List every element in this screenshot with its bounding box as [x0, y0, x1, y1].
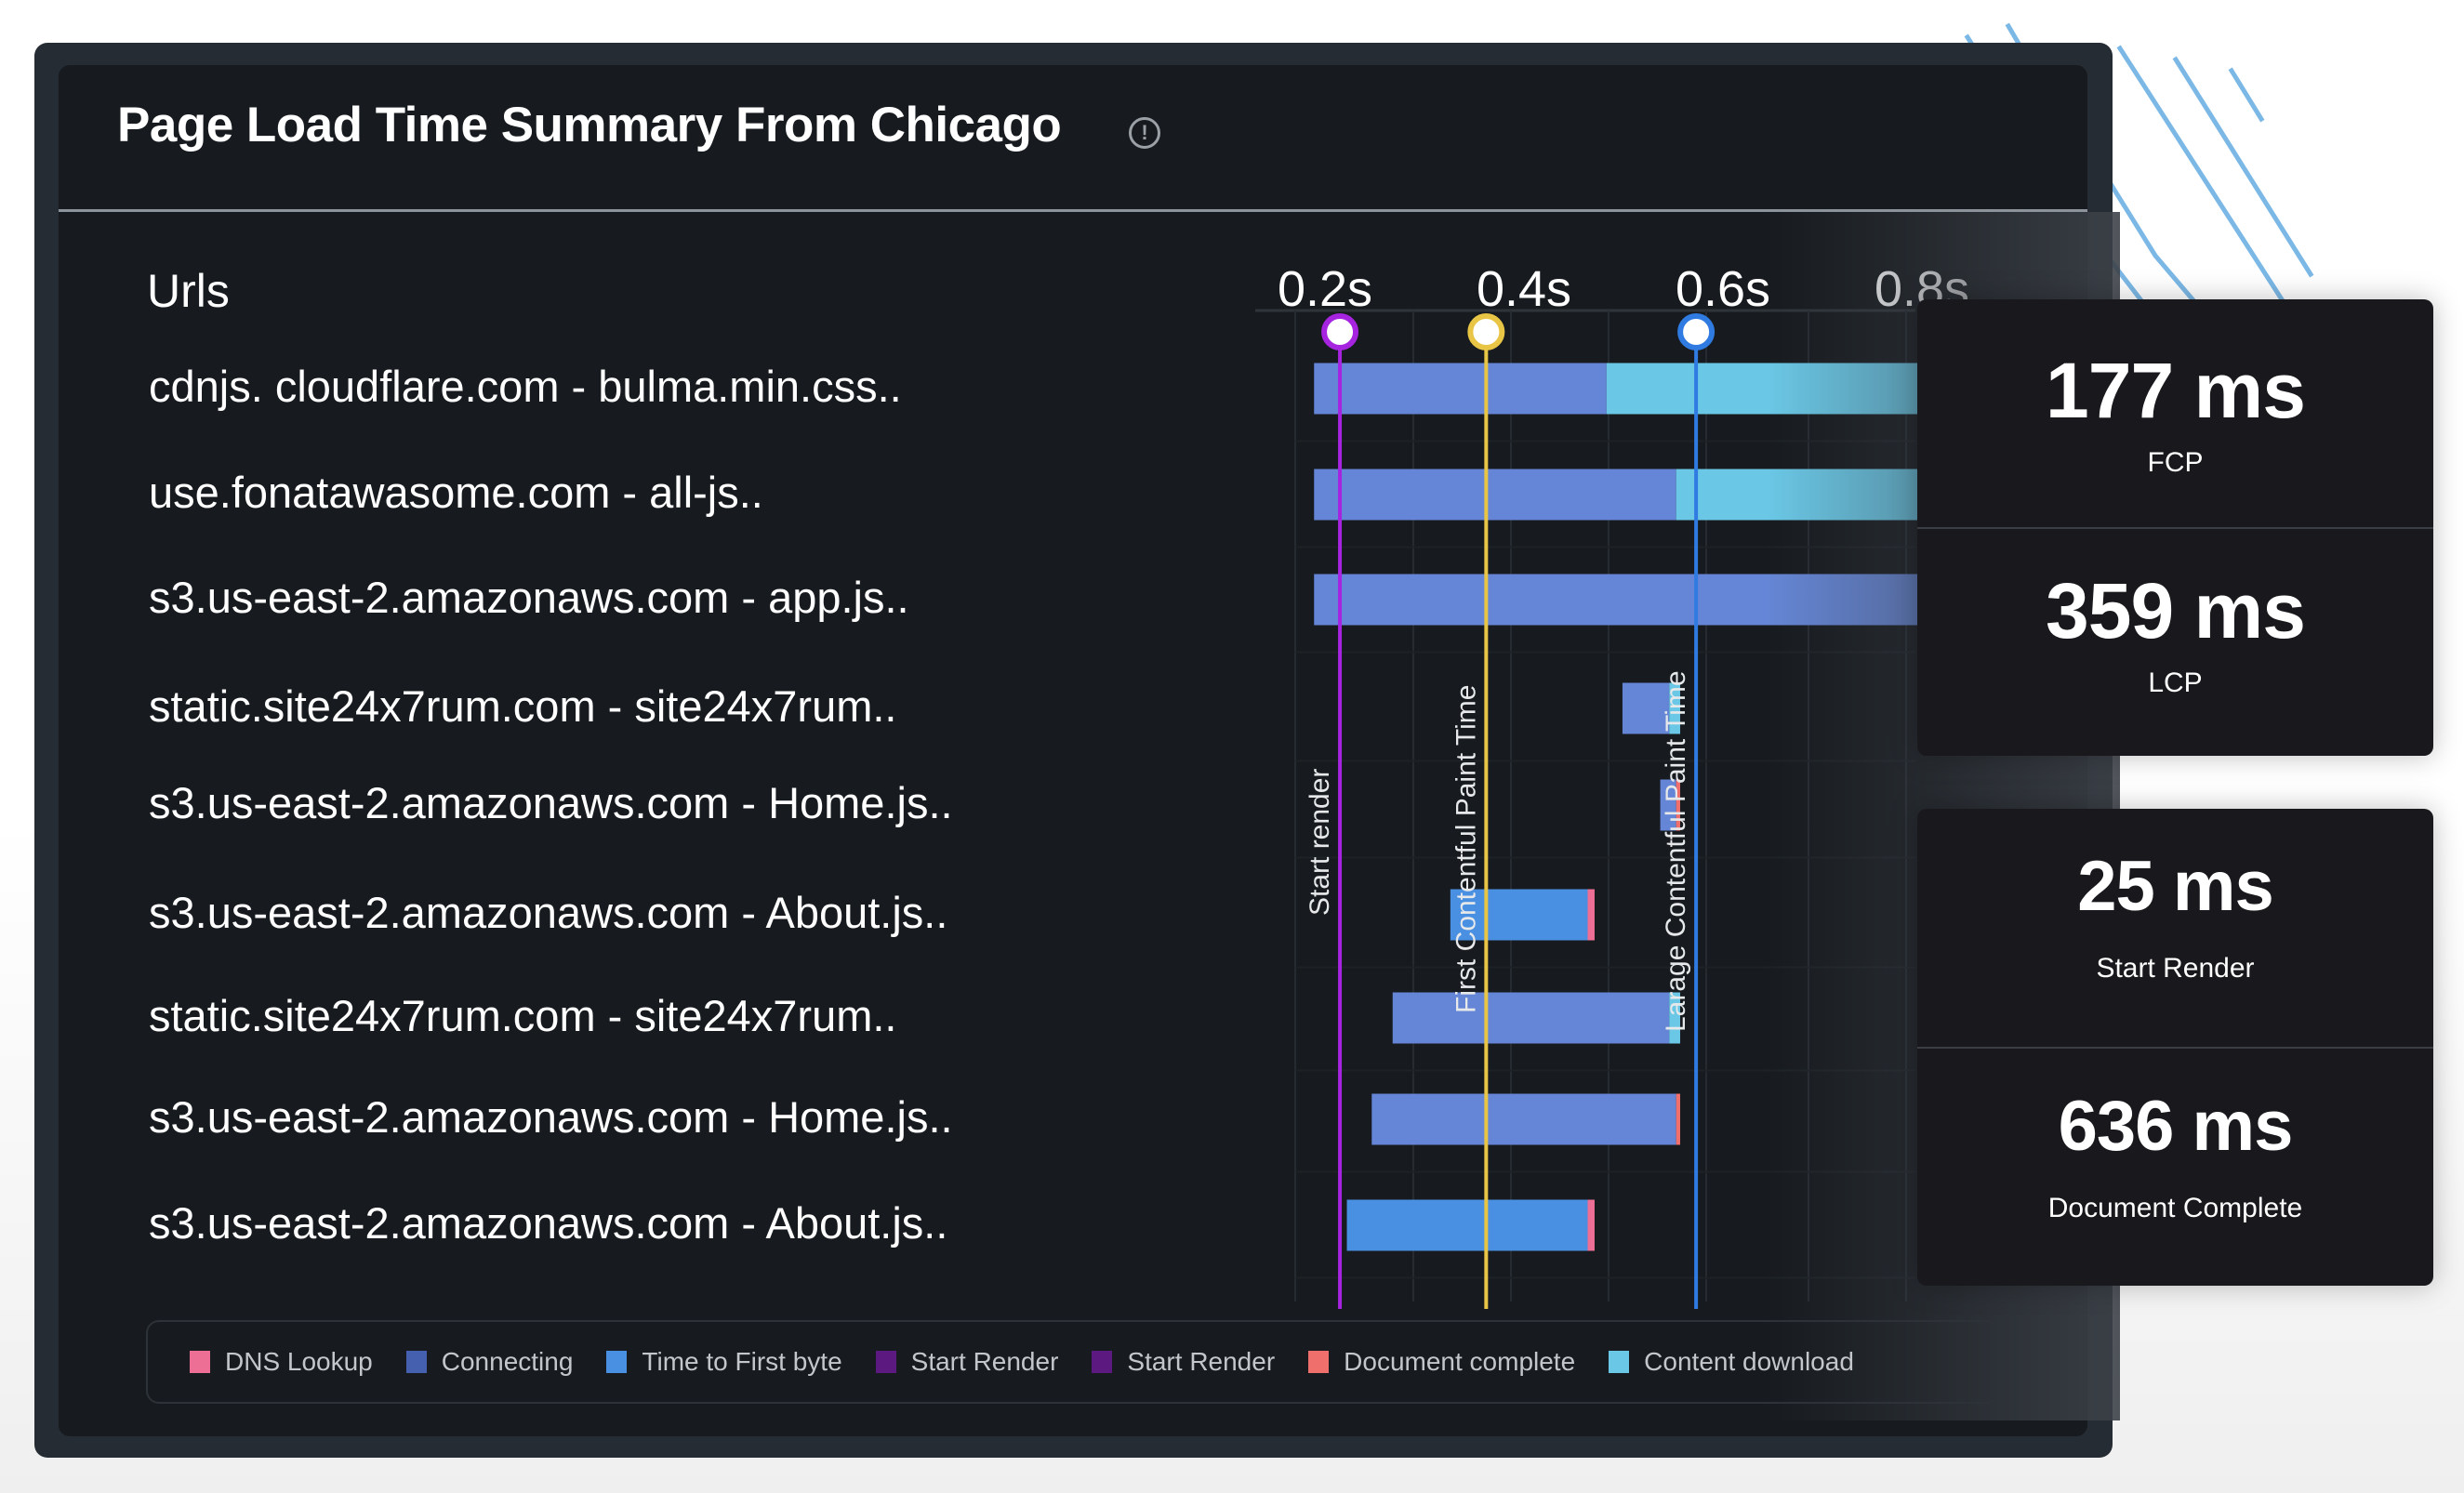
metric-label: FCP: [2147, 447, 2204, 478]
metric-label: LCP: [2148, 667, 2203, 698]
legend-label: Start Render: [1127, 1347, 1276, 1376]
chart-legend: DNS Lookup Connecting Time to First byte St…: [146, 1320, 1999, 1404]
metric-label: Document Complete: [2047, 1193, 2303, 1223]
legend-item[interactable]: Content download: [1609, 1347, 1854, 1377]
metric-value: 25 ms: [2077, 847, 2274, 926]
bar-segment-bar-main: [1314, 469, 1676, 521]
legend-swatch: [875, 1351, 896, 1373]
legend-item[interactable]: Document complete: [1308, 1347, 1575, 1377]
bar-segment-bar-main: [1371, 1093, 1676, 1145]
legend-label: Content download: [1644, 1347, 1854, 1376]
metric-lcp: 359 ms LCP: [1917, 529, 2433, 756]
legend-label: DNS Lookup: [225, 1347, 373, 1376]
metric-card-render: 25 ms Start Render 636 ms Document Compl…: [1917, 809, 2433, 1286]
legend-swatch: [190, 1351, 210, 1373]
legend-swatch: [405, 1351, 427, 1373]
metric-start-render: 25 ms Start Render: [1917, 809, 2433, 1047]
legend-swatch: [1092, 1351, 1113, 1373]
marker-label: Larage Contentful Paint Time: [1661, 670, 1691, 1032]
legend-label: Time to First byte: [642, 1347, 842, 1376]
legend-label: Connecting: [441, 1347, 574, 1376]
bar-segment-ttfb: [1346, 1199, 1588, 1251]
marker-handle: [1677, 313, 1716, 350]
legend-label: Start Render: [910, 1347, 1059, 1376]
bar-segment-document-complete: [1676, 1093, 1680, 1145]
metric-card-paint: 177 ms FCP 359 ms LCP: [1917, 299, 2433, 756]
metric-label: Start Render: [2096, 953, 2255, 984]
legend-item[interactable]: Start Render: [875, 1347, 1059, 1377]
marker-handle: [1467, 313, 1505, 350]
marker-label: Start render: [1305, 769, 1335, 916]
bar-segment-bar-main: [1314, 574, 1917, 626]
bar-segment-dns: [1587, 889, 1595, 941]
bar-segment-bar-main: [1392, 992, 1670, 1044]
marker-label: First Contentful Paint Time: [1451, 685, 1481, 1013]
legend-label: Document complete: [1344, 1347, 1576, 1376]
bar-segment-bar-main: [1314, 363, 1607, 415]
legend-swatch: [606, 1351, 628, 1373]
metric-fcp: 177 ms FCP: [1917, 299, 2433, 527]
metric-value: 177 ms: [2046, 347, 2306, 434]
bar-segment-dns: [1587, 1199, 1595, 1251]
legend-item[interactable]: Start Render: [1092, 1347, 1275, 1377]
metric-value: 636 ms: [2058, 1087, 2294, 1166]
legend-swatch: [1308, 1351, 1330, 1373]
marker-handle: [1321, 313, 1359, 350]
bar-segment-content-download: [1606, 363, 1917, 415]
legend-item[interactable]: Time to First byte: [606, 1347, 842, 1377]
legend-item[interactable]: DNS Lookup: [190, 1347, 373, 1377]
legend-swatch: [1609, 1351, 1630, 1373]
metric-document-complete: 636 ms Document Complete: [1917, 1049, 2433, 1286]
legend-item[interactable]: Connecting: [405, 1347, 574, 1377]
metric-value: 359 ms: [2046, 567, 2306, 654]
bar-segment-content-download: [1676, 469, 1917, 521]
